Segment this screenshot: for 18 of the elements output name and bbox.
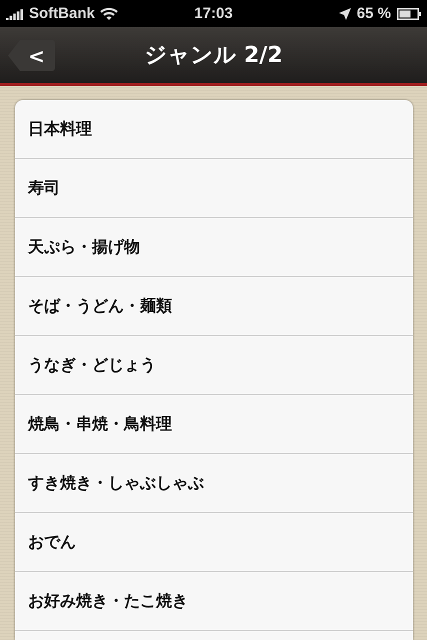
genre-row[interactable]: うなぎ・どじょう [15,336,413,395]
signal-icon [6,8,24,20]
genre-row[interactable]: お好み焼き・たこ焼き [15,572,413,631]
wifi-icon [100,7,118,20]
genre-row[interactable]: 焼鳥・串焼・鳥料理 [15,395,413,454]
genre-row[interactable]: そば・うどん・麺類 [15,277,413,336]
genre-row[interactable]: 寿司 [15,159,413,218]
screen-title: ジャンル 2/2 [144,42,283,70]
genre-row[interactable]: 天ぷら・揚げ物 [15,218,413,277]
battery-percent: 65 % [356,5,391,22]
genre-row[interactable]: おでん [15,513,413,572]
genre-row[interactable]: 日本料理 [15,100,413,159]
genre-row[interactable]: すき焼き・しゃぶしゃぶ [15,454,413,513]
carrier-name: SoftBank [29,5,95,22]
back-button[interactable]: < [8,40,55,71]
clock-time: 17:03 [193,5,234,22]
battery-icon [396,8,421,20]
location-arrow-icon [338,8,351,20]
